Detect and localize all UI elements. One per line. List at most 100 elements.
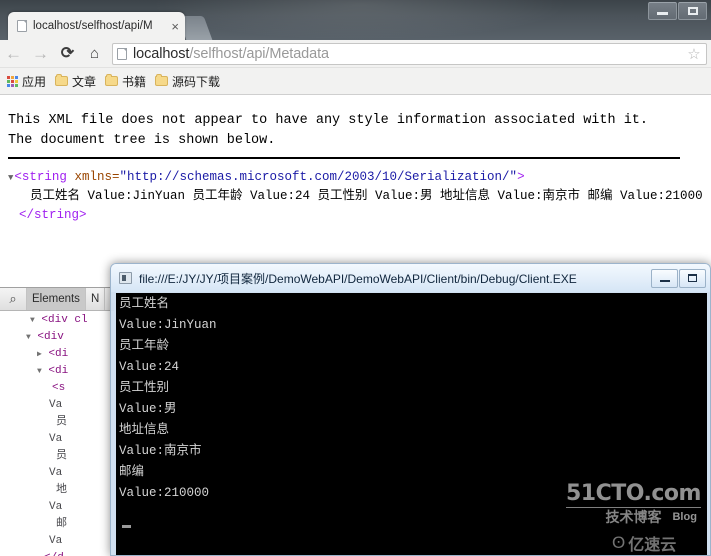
browser-toolbar: ← → ⟳ ⌂ localhost/selfhost/api/Metadata … bbox=[0, 40, 711, 68]
tree-row[interactable]: 员 bbox=[0, 448, 114, 465]
tree-row[interactable]: ▼ <div bbox=[0, 329, 114, 346]
tree-row[interactable]: 员 bbox=[0, 414, 114, 431]
bookmark-label: 文章 bbox=[72, 74, 97, 89]
minimize-icon bbox=[659, 280, 670, 282]
search-icon[interactable]: ⌕ bbox=[0, 288, 27, 310]
home-button[interactable]: ⌂ bbox=[81, 40, 108, 68]
bookmark-articles[interactable]: 文章 bbox=[55, 73, 96, 90]
tree-row[interactable]: Va bbox=[0, 465, 114, 482]
tab-network[interactable]: N bbox=[86, 288, 106, 310]
expand-triangle-icon[interactable]: ▼ bbox=[26, 333, 31, 342]
tree-row-text: Va bbox=[49, 501, 63, 513]
expand-triangle-icon[interactable]: ▶ bbox=[37, 350, 42, 359]
tree-row[interactable]: 地 bbox=[0, 482, 114, 499]
tree-row[interactable]: Va bbox=[0, 397, 114, 414]
tree-row-text: Va bbox=[49, 535, 63, 547]
tree-row-text: Va bbox=[49, 467, 63, 479]
console-line: Value:南京市 bbox=[119, 444, 202, 458]
tree-row-text: Va bbox=[49, 399, 63, 411]
minimize-button[interactable] bbox=[648, 2, 677, 20]
tree-row[interactable]: </d bbox=[0, 550, 114, 556]
bookmark-label: 书籍 bbox=[122, 74, 147, 89]
xml-root-open-line: ▼<string xmlns="http://schemas.microsoft… bbox=[8, 170, 525, 185]
expand-triangle-icon[interactable]: ▼ bbox=[37, 367, 42, 376]
bookmark-source-download[interactable]: 源码下载 bbox=[155, 73, 220, 90]
url-path: /selfhost/api/Metadata bbox=[189, 45, 330, 62]
back-button[interactable]: ← bbox=[0, 40, 27, 68]
console-line: Value:210000 bbox=[119, 486, 210, 500]
xml-open-bracket: < bbox=[14, 170, 22, 185]
xml-document-tree: ▼<string xmlns="http://schemas.microsoft… bbox=[0, 159, 711, 225]
devtools-dom-tree: ▼ <div cl ▼ <div ▶ <di ▼ <di <s Va 员 Va … bbox=[0, 311, 114, 556]
forward-button[interactable]: → bbox=[27, 40, 54, 68]
folder-icon bbox=[55, 74, 69, 86]
address-bar[interactable]: localhost/selfhost/api/Metadata ☆ bbox=[112, 42, 707, 65]
collapse-triangle-icon[interactable]: ▼ bbox=[8, 173, 13, 183]
devtools-panel: ⌕ Elements N ▼ <div cl ▼ <div ▶ <di ▼ <d… bbox=[0, 287, 114, 556]
folder-icon bbox=[105, 74, 119, 86]
screen: localhost/selfhost/api/M × ← → ⟳ ⌂ local… bbox=[0, 0, 711, 556]
tree-row[interactable]: Va bbox=[0, 533, 114, 550]
browser-tab[interactable]: localhost/selfhost/api/M × bbox=[8, 12, 185, 40]
tree-row-text: <di bbox=[48, 348, 69, 360]
maximize-icon bbox=[687, 7, 698, 15]
tree-row-text: Va bbox=[49, 433, 63, 445]
tree-row[interactable]: <s bbox=[0, 380, 114, 397]
bookmarks-bar: 应用 文章 书籍 源码下载 bbox=[0, 68, 711, 95]
console-maximize-button[interactable] bbox=[679, 268, 706, 288]
browser-title-bar: localhost/selfhost/api/M × bbox=[0, 0, 711, 40]
console-line: 员工性别 bbox=[119, 381, 170, 395]
reload-button[interactable]: ⟳ bbox=[54, 40, 81, 68]
tab-close-icon[interactable]: × bbox=[171, 20, 179, 33]
bookmark-label: 源码下载 bbox=[172, 74, 221, 89]
tree-row-text: 地 bbox=[56, 484, 67, 496]
apps-grid-icon bbox=[7, 75, 18, 87]
console-line: 员工姓名 bbox=[119, 297, 170, 311]
tab-elements[interactable]: Elements bbox=[27, 288, 86, 310]
home-icon: ⌂ bbox=[89, 45, 100, 62]
tree-row[interactable]: 邮 bbox=[0, 516, 114, 533]
console-line: 邮编 bbox=[119, 465, 145, 479]
maximize-icon bbox=[688, 274, 697, 282]
bookmark-label: 应用 bbox=[22, 74, 47, 89]
console-window-controls bbox=[651, 268, 706, 288]
reload-icon: ⟳ bbox=[60, 44, 75, 62]
tree-row-text: <di bbox=[48, 365, 69, 377]
maximize-button[interactable] bbox=[678, 2, 707, 20]
xml-root-close-tag: </string> bbox=[19, 208, 87, 223]
tree-row-text: <s bbox=[52, 382, 66, 394]
console-line: Value:24 bbox=[119, 360, 180, 374]
bookmark-apps[interactable]: 应用 bbox=[7, 73, 46, 90]
url-text: localhost/selfhost/api/Metadata bbox=[133, 46, 329, 62]
xml-attr-name: xmlns bbox=[74, 170, 112, 185]
console-line: 地址信息 bbox=[119, 423, 170, 437]
console-title-bar[interactable]: file:///E:/JY/JY/项目案例/DemoWebAPI/DemoWeb… bbox=[111, 264, 710, 292]
tree-row[interactable]: Va bbox=[0, 431, 114, 448]
tree-row[interactable]: ▶ <di bbox=[0, 346, 114, 363]
xml-close-bracket: > bbox=[517, 170, 525, 185]
address-page-icon bbox=[117, 47, 127, 60]
bookmark-books[interactable]: 书籍 bbox=[105, 73, 146, 90]
forward-arrow-icon: → bbox=[32, 44, 49, 63]
tree-row[interactable]: ▼ <div cl bbox=[0, 312, 114, 329]
tree-row-text: </d bbox=[44, 552, 64, 556]
bookmark-star-icon[interactable]: ☆ bbox=[684, 45, 704, 63]
expand-triangle-icon[interactable]: ▼ bbox=[30, 316, 35, 325]
console-app-icon bbox=[119, 272, 132, 284]
window-controls bbox=[648, 2, 707, 20]
console-minimize-button[interactable] bbox=[651, 268, 678, 288]
console-window[interactable]: file:///E:/JY/JY/项目案例/DemoWebAPI/DemoWeb… bbox=[110, 263, 711, 556]
back-arrow-icon: ← bbox=[5, 44, 22, 63]
xml-root-tag-name: string bbox=[21, 170, 67, 185]
tree-row[interactable]: Va bbox=[0, 499, 114, 516]
folder-icon bbox=[155, 74, 169, 86]
console-line: 员工年龄 bbox=[119, 339, 170, 353]
tree-row-text: <div cl bbox=[41, 314, 88, 326]
tree-row[interactable]: ▼ <di bbox=[0, 363, 114, 380]
console-output-area[interactable]: 员工姓名 Value:JinYuan 员工年龄 Value:24 员工性别 Va… bbox=[116, 293, 707, 555]
console-window-title: file:///E:/JY/JY/项目案例/DemoWebAPI/DemoWeb… bbox=[139, 271, 577, 286]
xml-attr-value: "http://schemas.microsoft.com/2003/10/Se… bbox=[119, 170, 518, 185]
tree-row-text: 员 bbox=[56, 416, 67, 428]
tree-row-text: 邮 bbox=[56, 518, 67, 530]
console-cursor bbox=[122, 525, 131, 528]
